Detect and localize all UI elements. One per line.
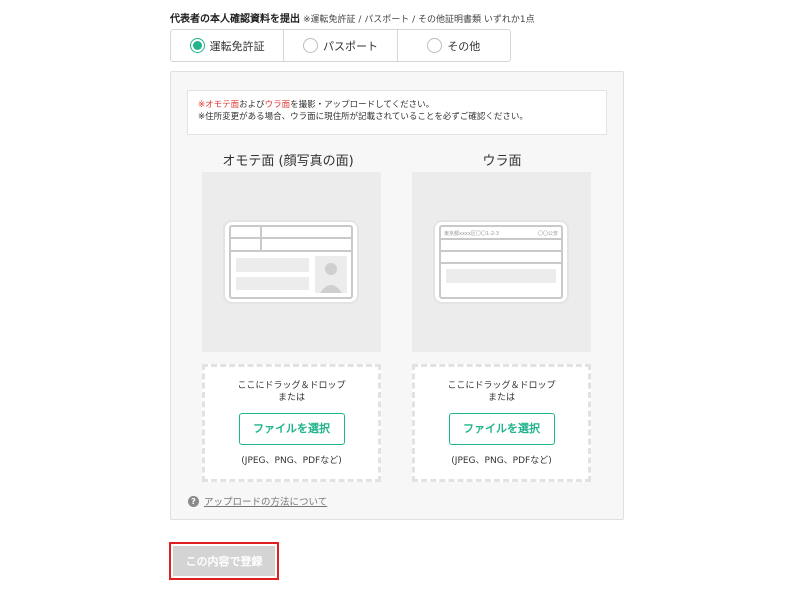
card-address-text: 東京都xxxx区〇〇1-2-3 bbox=[444, 230, 499, 237]
upload-help-link[interactable]: ? アップロードの方法について bbox=[188, 494, 327, 508]
license-back-illustration-icon: 東京都xxxx区〇〇1-2-3 〇〇公安 bbox=[433, 220, 569, 304]
radio-circle-icon bbox=[427, 38, 443, 53]
file-formats: (JPEG、PNG、PDFなど) bbox=[241, 456, 342, 466]
notice-and: および bbox=[239, 100, 265, 110]
card-stamp-text: 〇〇公安 bbox=[538, 230, 558, 237]
section-heading: 代表者の本人確認資料を提出 ※運転免許証 / パスポート / その他証明書類 いず… bbox=[170, 9, 535, 25]
front-card-preview bbox=[202, 172, 381, 352]
file-formats: (JPEG、PNG、PDFなど) bbox=[451, 456, 552, 466]
radio-label: パスポート bbox=[322, 39, 378, 53]
front-side-title: オモテ面 (顔写真の面) bbox=[222, 154, 354, 169]
front-select-file-button[interactable]: ファイルを選択 bbox=[238, 413, 345, 445]
radio-circle-icon bbox=[302, 38, 318, 53]
notice-box: ※オモテ面およびウラ面を撮影・アップロードしてください。 ※住所変更がある場合、… bbox=[187, 90, 607, 135]
drop-instruction: ここにドラッグ＆ドロップ bbox=[237, 381, 346, 391]
radio-label: 運転免許証 bbox=[209, 39, 265, 53]
radio-label: その他 bbox=[447, 39, 481, 53]
notice-line1-rest: を撮影・アップロードしてください。 bbox=[290, 100, 435, 110]
radio-other[interactable]: その他 bbox=[398, 30, 510, 61]
drop-instruction: ここにドラッグ＆ドロップ bbox=[447, 381, 556, 391]
heading-title: 代表者の本人確認資料を提出 bbox=[170, 14, 300, 25]
submit-highlight: この内容で登録 bbox=[169, 542, 279, 580]
drop-or: または bbox=[277, 393, 305, 403]
license-front-illustration-icon bbox=[223, 220, 359, 304]
radio-drivers-license[interactable]: 運転免許証 bbox=[171, 30, 285, 61]
question-circle-icon: ? bbox=[188, 495, 199, 507]
upload-panel: ※オモテ面およびウラ面を撮影・アップロードしてください。 ※住所変更がある場合、… bbox=[170, 71, 624, 520]
back-select-file-button[interactable]: ファイルを選択 bbox=[448, 413, 555, 445]
front-drop-zone[interactable]: ここにドラッグ＆ドロップ または ファイルを選択 (JPEG、PNG、PDFなど… bbox=[202, 364, 381, 482]
notice-back-word: ウラ面 bbox=[264, 100, 291, 110]
back-side-title: ウラ面 bbox=[482, 154, 522, 169]
back-drop-zone[interactable]: ここにドラッグ＆ドロップ または ファイルを選択 (JPEG、PNG、PDFなど… bbox=[412, 364, 591, 482]
notice-line-1: ※オモテ面およびウラ面を撮影・アップロードしてください。 bbox=[198, 99, 596, 111]
drop-or: または bbox=[487, 393, 515, 403]
notice-front-word: オモテ面 bbox=[205, 100, 240, 110]
register-button[interactable]: この内容で登録 bbox=[173, 546, 275, 576]
radio-circle-icon bbox=[189, 38, 205, 53]
help-link-text: アップロードの方法について bbox=[204, 497, 328, 508]
notice-line-2: ※住所変更がある場合、ウラ面に現住所が記載されていることを必ずご確認ください。 bbox=[198, 112, 528, 122]
radio-passport[interactable]: パスポート bbox=[284, 30, 398, 61]
heading-note: ※運転免許証 / パスポート / その他証明書類 いずれか1点 bbox=[303, 15, 535, 25]
back-card-preview: 東京都xxxx区〇〇1-2-3 〇〇公安 bbox=[412, 172, 591, 352]
document-type-radio-group: 運転免許証 パスポート その他 bbox=[170, 29, 511, 62]
